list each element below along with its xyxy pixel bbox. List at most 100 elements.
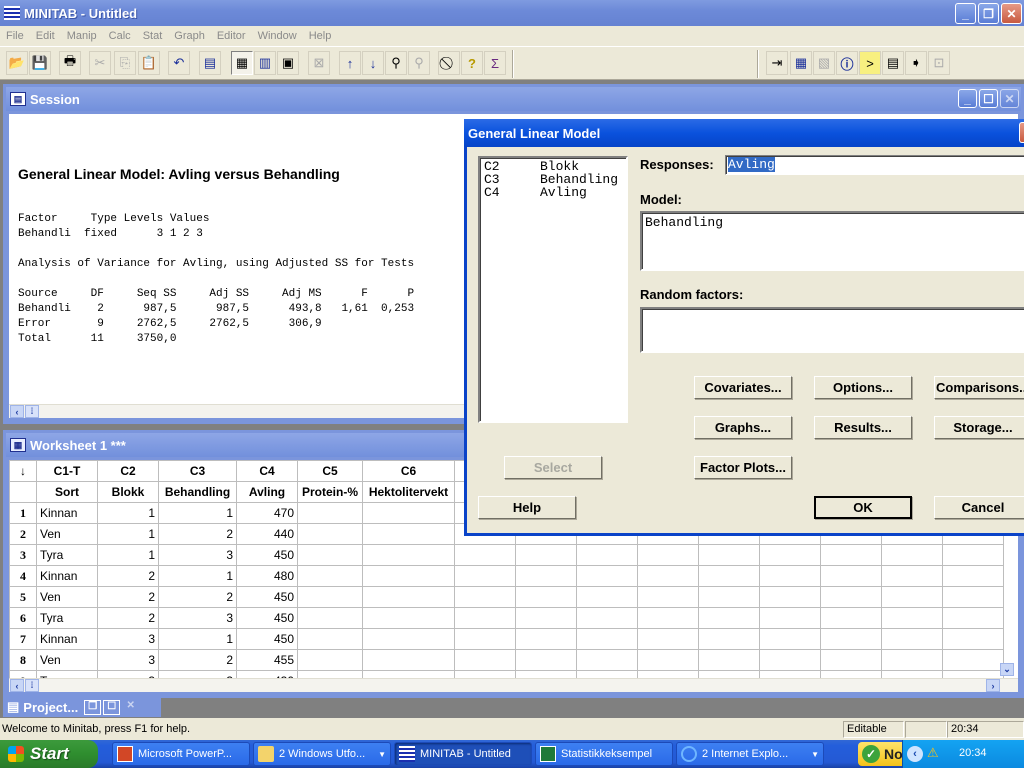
menu-file[interactable]: File <box>0 30 30 42</box>
table-cell[interactable] <box>515 586 577 608</box>
table-cell[interactable] <box>637 628 699 650</box>
table-cell[interactable]: 1 <box>158 628 237 650</box>
table-cell[interactable]: 450 <box>236 607 298 629</box>
table-cell[interactable]: 470 <box>236 502 298 524</box>
row-number[interactable]: 8 <box>9 649 37 671</box>
variable-list[interactable]: C2 Blokk C3 Behandling C4 Avling <box>478 156 628 423</box>
print-icon[interactable]: 🖶 <box>59 51 81 75</box>
table-cell[interactable] <box>759 649 821 671</box>
open-icon[interactable]: 📂 <box>6 51 28 75</box>
table-cell[interactable]: 3 <box>158 607 237 629</box>
table-cell[interactable] <box>297 544 363 566</box>
session-window-icon[interactable]: ▦ <box>231 51 253 75</box>
cut-icon[interactable]: ✂ <box>89 51 111 75</box>
scroll-left-icon[interactable]: ‹ <box>10 679 24 692</box>
column-name[interactable]: Sort <box>36 481 98 503</box>
table-cell[interactable] <box>881 649 943 671</box>
table-cell[interactable] <box>698 649 760 671</box>
table-cell[interactable]: 2 <box>158 586 237 608</box>
table-cell[interactable] <box>297 565 363 587</box>
table-cell[interactable] <box>515 628 577 650</box>
session-maximize-button[interactable]: ☐ <box>979 89 998 108</box>
table-cell[interactable] <box>297 502 363 524</box>
table-cell[interactable] <box>881 586 943 608</box>
table-cell[interactable] <box>698 607 760 629</box>
menu-edit[interactable]: Edit <box>30 30 61 42</box>
factor-plots-button[interactable]: Factor Plots... <box>694 456 792 479</box>
table-cell[interactable] <box>759 565 821 587</box>
scroll-down-icon[interactable]: ⌄ <box>1000 663 1014 676</box>
table-cell[interactable] <box>637 544 699 566</box>
find-icon[interactable]: ⚲ <box>385 51 407 75</box>
help-icon[interactable]: ? <box>461 51 483 75</box>
table-cell[interactable] <box>942 607 1004 629</box>
scroll-left-icon[interactable]: ‹ <box>10 405 24 418</box>
storage-button[interactable]: Storage... <box>934 416 1024 439</box>
table-cell[interactable] <box>820 649 882 671</box>
show-report-pad-icon[interactable]: ▤ <box>882 51 904 75</box>
table-cell[interactable] <box>362 523 455 545</box>
select-button[interactable]: Select <box>504 456 602 479</box>
ok-button[interactable]: OK <box>814 496 912 519</box>
table-cell[interactable]: 1 <box>158 502 237 524</box>
table-cell[interactable] <box>942 628 1004 650</box>
table-cell[interactable] <box>515 544 577 566</box>
responses-input[interactable]: Avling <box>725 155 1024 175</box>
table-cell[interactable] <box>942 649 1004 671</box>
table-cell[interactable] <box>759 586 821 608</box>
task-windows-explorer[interactable]: 2 Windows Utfo... ▼ <box>253 742 391 766</box>
session-minimize-button[interactable]: _ <box>958 89 977 108</box>
table-cell[interactable] <box>942 565 1004 587</box>
task-excel[interactable]: Statistikkeksempel <box>535 742 673 766</box>
table-cell[interactable] <box>820 544 882 566</box>
table-cell[interactable] <box>362 544 455 566</box>
help-button[interactable]: Help <box>478 496 576 519</box>
table-cell[interactable] <box>698 628 760 650</box>
table-cell[interactable] <box>698 544 760 566</box>
minimize-button[interactable]: _ <box>955 3 976 24</box>
append-to-report-icon[interactable]: ➧ <box>905 51 927 75</box>
table-cell[interactable]: 2 <box>158 649 237 671</box>
table-cell[interactable] <box>297 607 363 629</box>
variable-item[interactable]: C4 Avling <box>484 186 622 199</box>
random-factors-input[interactable] <box>640 307 1024 353</box>
show-history-icon[interactable]: > <box>859 51 881 75</box>
scroll-right-icon[interactable]: › <box>986 679 1000 692</box>
edit-last-dialog-icon[interactable]: ▤ <box>199 51 221 75</box>
column-name[interactable]: Hektolitervekt <box>362 481 455 503</box>
table-cell[interactable] <box>515 607 577 629</box>
row-number[interactable]: 5 <box>9 586 37 608</box>
table-cell[interactable] <box>362 586 455 608</box>
results-button[interactable]: Results... <box>814 416 912 439</box>
paste-icon[interactable]: 📋 <box>138 51 160 75</box>
table-cell[interactable] <box>454 586 516 608</box>
table-cell[interactable]: Kinnan <box>36 565 98 587</box>
table-cell[interactable] <box>698 565 760 587</box>
session-close-button[interactable]: ✕ <box>1000 89 1019 108</box>
table-cell[interactable] <box>576 586 638 608</box>
menu-calc[interactable]: Calc <box>103 30 137 42</box>
column-name[interactable]: Protein-% <box>297 481 363 503</box>
table-cell[interactable]: 450 <box>236 586 298 608</box>
options-button[interactable]: Options... <box>814 376 912 399</box>
table-cell[interactable] <box>454 649 516 671</box>
table-cell[interactable] <box>362 649 455 671</box>
menu-graph[interactable]: Graph <box>168 30 211 42</box>
table-cell[interactable]: Tyra <box>36 544 98 566</box>
tray-clock[interactable]: 20:34 <box>959 747 987 759</box>
table-cell[interactable] <box>362 607 455 629</box>
row-number[interactable]: 2 <box>9 523 37 545</box>
table-cell[interactable]: 455 <box>236 649 298 671</box>
table-cell[interactable] <box>881 544 943 566</box>
table-cell[interactable]: Ven <box>36 649 98 671</box>
table-cell[interactable]: 450 <box>236 628 298 650</box>
table-cell[interactable] <box>576 649 638 671</box>
table-cell[interactable] <box>362 565 455 587</box>
table-cell[interactable] <box>637 607 699 629</box>
table-cell[interactable] <box>297 586 363 608</box>
table-cell[interactable]: Kinnan <box>36 628 98 650</box>
worksheet-horizontal-scrollbar[interactable]: ‹ ⦙ › <box>9 678 1018 692</box>
row-number[interactable]: 7 <box>9 628 37 650</box>
table-cell[interactable] <box>576 565 638 587</box>
show-session-folder-icon[interactable]: ⇥ <box>766 51 788 75</box>
